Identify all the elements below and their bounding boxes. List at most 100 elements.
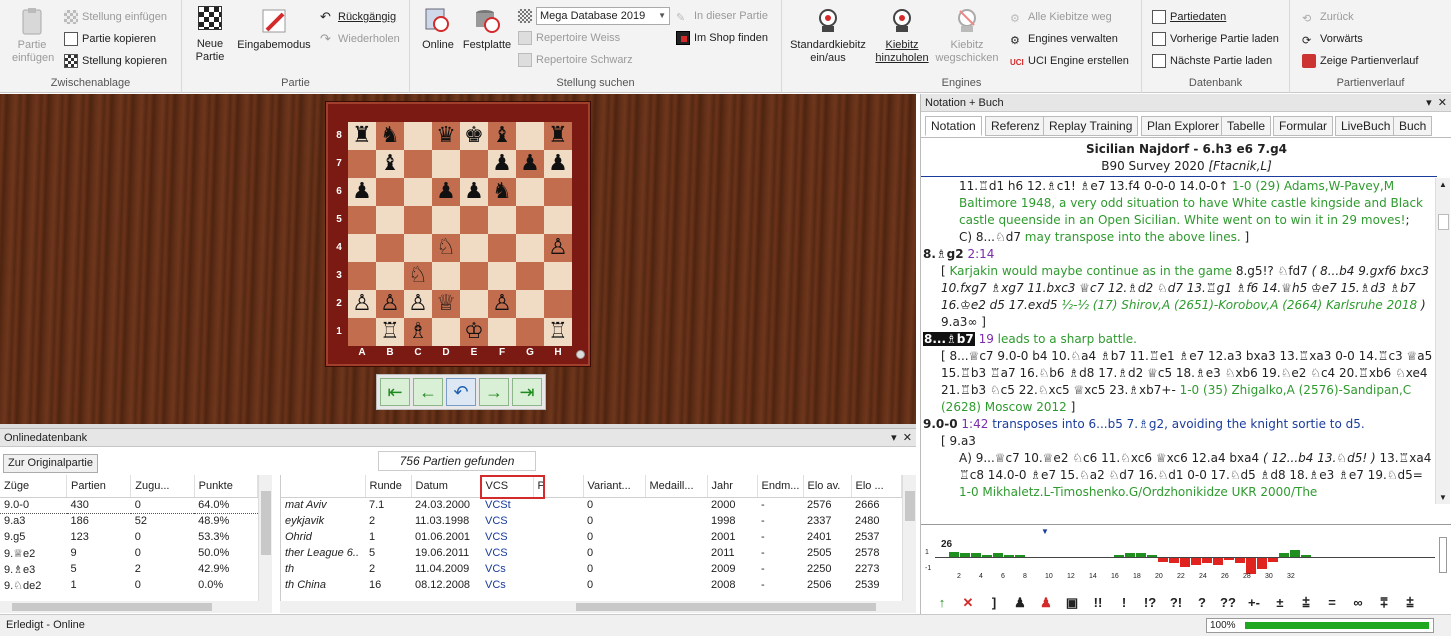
square-h6[interactable] [544,178,572,206]
square-a8[interactable]: ♜ [348,122,376,150]
copy-game-button[interactable]: Partie kopieren [64,30,156,48]
square-g1[interactable] [516,318,544,346]
annotation-symbol-button[interactable]: ?? [1217,595,1239,610]
square-c4[interactable] [404,234,432,262]
square-h7[interactable]: ♟ [544,150,572,178]
all-kibitz-away-button[interactable]: ⚙ Alle Kiebitze weg [1010,8,1112,26]
square-c7[interactable] [404,150,432,178]
square-a7[interactable] [348,150,376,178]
column-header[interactable]: Medaill... [645,475,708,498]
square-c3[interactable]: ♘ [404,262,432,290]
scroll-thumb[interactable] [1438,214,1449,230]
next-game-button[interactable]: Nächste Partie laden [1152,52,1272,70]
column-header[interactable]: Zugu... [130,475,195,498]
square-b7[interactable]: ♝ [376,150,404,178]
table-row[interactable]: 9.♘de2 1 0 0.0% [0,577,258,593]
square-d3[interactable] [432,262,460,290]
scroll-thumb[interactable] [261,491,271,555]
square-f5[interactable] [488,206,516,234]
annotation-symbol-button[interactable]: ? [1191,595,1213,610]
square-h3[interactable] [544,262,572,290]
redo-button[interactable]: ↷ Wiederholen [320,30,400,48]
square-g3[interactable] [516,262,544,290]
square-c1[interactable]: ♗ [404,318,432,346]
square-g8[interactable] [516,122,544,150]
tab-replay-training[interactable]: Replay Training [1043,116,1139,136]
annotation-symbol-button[interactable]: ⩱ [1373,595,1395,611]
column-header[interactable]: Punkte [194,475,259,498]
square-f2[interactable]: ♙ [488,290,516,318]
show-history-button[interactable]: Zeige Partienverlauf [1302,52,1418,70]
annotation-symbol-button[interactable]: ⩲ [1399,595,1421,611]
scroll-thumb[interactable] [905,491,915,521]
remove-kibitz-button[interactable]: Kiebitz wegschicken [934,6,1000,65]
last-move-button[interactable]: ⇥ [512,378,542,406]
square-d8[interactable]: ♛ [432,122,460,150]
square-c8[interactable] [404,122,432,150]
database-dropdown[interactable]: Mega Database 2019 ▼ [536,7,670,25]
create-uci-button[interactable]: UCI UCI Engine erstellen [1010,52,1129,70]
column-header[interactable]: Variant... [583,475,646,498]
square-e3[interactable] [460,262,488,290]
previous-move-button[interactable]: ← [413,378,443,406]
table-row[interactable]: Ohrid 1 01.06.2001 VCS 0 2001 - 2401 2537 [281,529,901,545]
square-e6[interactable]: ♟ [460,178,488,206]
square-a5[interactable] [348,206,376,234]
table-row[interactable]: th China 16 08.12.2008 VCs 0 2008 - 2506 2539 [281,577,901,593]
square-g5[interactable] [516,206,544,234]
square-f3[interactable] [488,262,516,290]
chess-piece[interactable]: ♙ [408,291,428,316]
square-b2[interactable]: ♙ [376,290,404,318]
square-a3[interactable] [348,262,376,290]
square-b3[interactable] [376,262,404,290]
annotation-symbol-button[interactable]: ♟ [1009,595,1031,611]
square-g2[interactable] [516,290,544,318]
chess-piece[interactable]: ♘ [408,263,428,288]
paste-game-button[interactable]: Partie einfügen [12,6,54,65]
new-game-button[interactable]: Neue Partie [190,6,230,64]
square-d2[interactable]: ♕ [432,290,460,318]
square-g7[interactable]: ♟ [516,150,544,178]
square-f4[interactable] [488,234,516,262]
chess-piece[interactable]: ♕ [436,291,456,316]
table-row[interactable]: mat Aviv 7.1 24.03.2000 VCSt 0 2000 - 2576 2666 [281,497,901,513]
horizontal-scrollbar[interactable] [0,601,272,613]
square-e7[interactable] [460,150,488,178]
square-d4[interactable]: ♘ [432,234,460,262]
column-header[interactable]: Elo av. [803,475,852,498]
chess-piece[interactable]: ♟ [464,179,484,204]
annotation-symbol-button[interactable]: ?! [1165,595,1187,610]
pin-dropdown-icon[interactable]: ▾ [891,432,897,444]
database-select[interactable]: Mega Database 2019 ▼ [518,7,670,25]
horizontal-scrollbar[interactable] [280,601,916,613]
chess-piece[interactable]: ♛ [436,123,456,148]
table-row[interactable]: eykjavik 2 11.03.1998 VCS 0 1998 - 2337 2480 [281,513,901,529]
takeback-button[interactable]: ↶ [446,378,476,406]
standard-kibitz-button[interactable]: Standardkiebitz ein/aus [786,6,870,65]
in-this-game-button[interactable]: ✎ In dieser Partie [676,7,768,25]
column-header[interactable]: Elo ... [851,475,902,498]
chess-piece[interactable]: ♝ [380,151,400,176]
square-c5[interactable] [404,206,432,234]
square-e8[interactable]: ♚ [460,122,488,150]
column-header[interactable]: Runde [365,475,412,498]
square-e2[interactable] [460,290,488,318]
chess-piece[interactable]: ♜ [352,123,372,148]
chevron-down-icon[interactable]: ▼ [1439,493,1447,502]
column-header[interactable]: Jahr [707,475,758,498]
annotation-symbol-button[interactable]: !! [1087,595,1109,610]
current-move[interactable]: 8...♗b7 [923,332,975,346]
harddisk-search-button[interactable]: Festplatte [460,6,514,52]
scroll-thumb[interactable] [576,603,876,611]
square-h1[interactable]: ♖ [544,318,572,346]
online-search-button[interactable]: Online [418,6,458,52]
scroll-thumb[interactable] [12,603,212,611]
first-move-button[interactable]: ⇤ [380,378,410,406]
chess-piece[interactable]: ♖ [380,319,400,344]
square-f1[interactable] [488,318,516,346]
table-row[interactable]: th 2 11.04.2009 VCs 0 2009 - 2250 2273 [281,561,901,577]
annotation-symbol-button[interactable]: ⩲ [1295,595,1317,611]
table-row[interactable]: 9.0-0 430 0 64.0% [0,497,258,513]
chess-piece[interactable]: ♟ [492,151,512,176]
close-icon[interactable]: ✕ [903,432,912,444]
